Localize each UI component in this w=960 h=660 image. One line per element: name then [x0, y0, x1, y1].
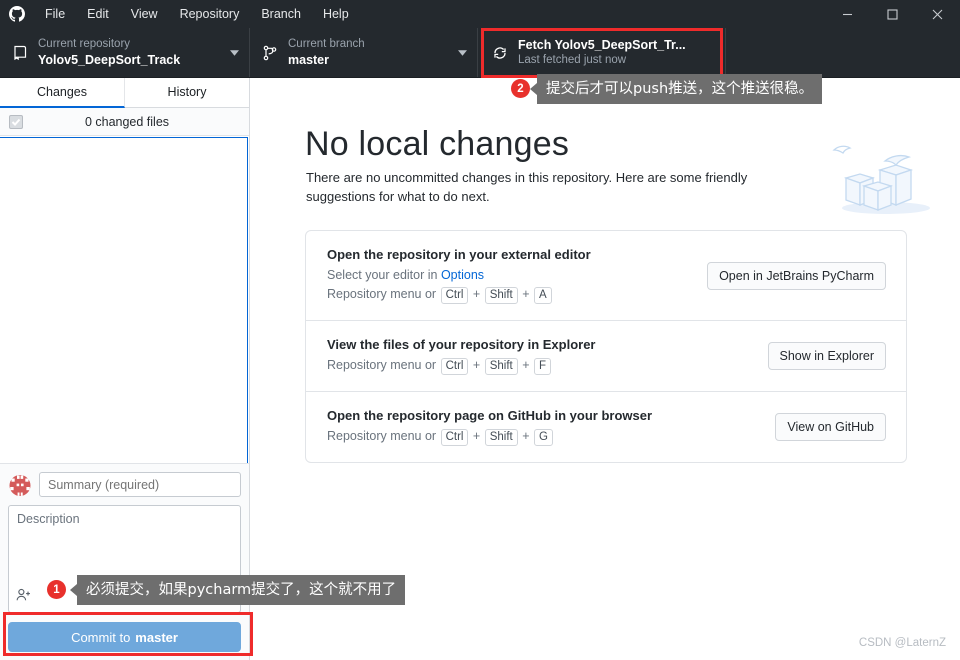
changed-files-bar: 0 changed files: [0, 108, 249, 136]
shortcut-prefix: Repository menu or: [327, 358, 440, 372]
repo-book-icon: [12, 45, 38, 61]
select-all-checkbox[interactable]: [9, 114, 23, 129]
add-coauthor-icon[interactable]: [16, 588, 32, 607]
suggestion-title: Open the repository in your external edi…: [327, 247, 591, 262]
suggestion-shortcut: Repository menu or Ctrl + Shift + A: [327, 285, 707, 304]
suggestion-title: View the files of your repository in Exp…: [327, 337, 596, 352]
sidebar: Changes History 0 changed files Summary …: [0, 78, 250, 660]
current-branch-button[interactable]: Current branch master: [250, 28, 478, 77]
key-shift: Shift: [484, 287, 518, 304]
key-ctrl: Ctrl: [440, 429, 469, 446]
fetch-subtitle: Last fetched just now: [518, 54, 627, 66]
open-in-editor-button[interactable]: Open in JetBrains PyCharm: [707, 261, 886, 290]
suggestion-show-explorer: View the files of your repository in Exp…: [306, 321, 906, 392]
options-link[interactable]: Options: [441, 268, 484, 282]
menu-item-help[interactable]: Help: [312, 0, 360, 28]
annotation-tooltip-1: 必须提交，如果pycharm提交了，这个就不用了: [69, 575, 406, 605]
key-shift: Shift: [484, 358, 518, 375]
tab-changes[interactable]: Changes: [0, 78, 125, 108]
watermark: CSDN @LaternZ: [858, 637, 946, 649]
changed-files-count: 0 changed files: [84, 114, 170, 129]
commit-button-branch: master: [135, 629, 178, 645]
page-subtitle: There are no uncommitted changes in this…: [306, 170, 748, 204]
suggestion-editor-hint: Select your editor in Options: [327, 266, 707, 285]
view-on-github-button[interactable]: View on GitHub: [775, 413, 886, 441]
current-branch-label: Current branch: [288, 38, 365, 50]
tab-history[interactable]: History: [125, 78, 249, 108]
menu-item-branch[interactable]: Branch: [250, 0, 312, 28]
commit-summary-row: [8, 472, 241, 497]
sidebar-tabs: Changes History: [0, 78, 249, 108]
key-letter: A: [533, 287, 552, 304]
shortcut-prefix: Repository menu or: [327, 429, 440, 443]
commit-description-placeholder: Description: [17, 512, 80, 526]
commit-to-master-button[interactable]: Commit to master: [8, 622, 241, 652]
menu-bar: File Edit View Repository Branch Help: [34, 0, 360, 28]
shortcut-prefix: Repository menu or: [327, 287, 440, 301]
git-branch-icon: [262, 45, 288, 61]
fetch-title: Fetch Yolov5_DeepSort_Tr...: [518, 38, 686, 52]
key-ctrl: Ctrl: [440, 358, 469, 375]
annotation-tooltip-2: 提交后才可以push推送，这个推送很稳。: [529, 74, 823, 104]
menu-item-view[interactable]: View: [120, 0, 169, 28]
menu-item-repository[interactable]: Repository: [169, 0, 251, 28]
current-branch-value: master: [288, 53, 329, 67]
current-repository-label: Current repository: [38, 38, 131, 50]
boxes-and-bird-illustration: [828, 136, 940, 223]
sync-refresh-icon: [492, 45, 518, 61]
suggestion-view-github: Open the repository page on GitHub in yo…: [306, 392, 906, 462]
annotation-badge-1: 1: [47, 580, 66, 599]
chevron-down-icon: [225, 49, 239, 56]
suggestion-desc-prefix: Select your editor in: [327, 268, 441, 282]
chevron-down-icon: [453, 49, 467, 56]
maximize-icon[interactable]: [870, 0, 915, 28]
identicon-avatar: [8, 473, 32, 497]
github-logo-icon: [0, 6, 34, 22]
toolbar: Current repository Yolov5_DeepSort_Track…: [0, 28, 960, 78]
current-repository-value: Yolov5_DeepSort_Track: [38, 53, 181, 67]
key-shift: Shift: [484, 429, 518, 446]
fetch-origin-button[interactable]: Fetch Yolov5_DeepSort_Tr... Last fetched…: [478, 28, 726, 77]
github-desktop-window: File Edit View Repository Branch Help Cu…: [0, 0, 960, 660]
minimize-icon[interactable]: [825, 0, 870, 28]
commit-summary-input[interactable]: [39, 472, 241, 497]
suggestion-shortcut: Repository menu or Ctrl + Shift + G: [327, 427, 775, 446]
menu-item-edit[interactable]: Edit: [76, 0, 120, 28]
title-bar: File Edit View Repository Branch Help: [0, 0, 960, 28]
suggestion-title: Open the repository page on GitHub in yo…: [327, 408, 653, 423]
page-title: No local changes: [305, 125, 570, 163]
commit-form: Description Commit to master: [0, 463, 249, 660]
suggestions-panel: Open the repository in your external edi…: [305, 230, 907, 463]
current-repository-button[interactable]: Current repository Yolov5_DeepSort_Track: [0, 28, 250, 77]
show-in-explorer-button[interactable]: Show in Explorer: [767, 342, 886, 370]
annotation-badge-2: 2: [511, 79, 530, 98]
close-icon[interactable]: [915, 0, 960, 28]
window-controls: [825, 0, 960, 28]
key-letter: F: [533, 358, 551, 375]
key-ctrl: Ctrl: [440, 287, 469, 304]
commit-button-prefix: Commit to: [71, 629, 131, 645]
suggestion-open-editor: Open the repository in your external edi…: [306, 231, 906, 321]
suggestion-shortcut: Repository menu or Ctrl + Shift + F: [327, 356, 768, 375]
main-panel: No local changes There are no uncommitte…: [251, 78, 960, 660]
menu-item-file[interactable]: File: [34, 0, 76, 28]
key-letter: G: [533, 429, 553, 446]
